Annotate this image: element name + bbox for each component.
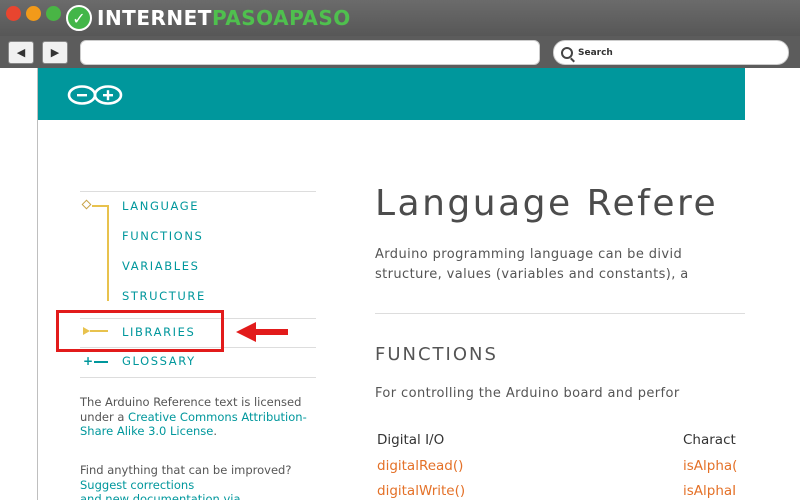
address-bar[interactable] <box>80 40 540 65</box>
sidebar-item-functions[interactable]: FUNCTIONS <box>122 229 203 243</box>
function-link-digitalwrite[interactable]: digitalWrite() <box>377 483 465 499</box>
column-header-digital-io: Digital I/O <box>377 432 445 448</box>
brand-logo-text: INTERNETPASOAPASO <box>97 6 351 30</box>
minimize-window-button[interactable] <box>26 6 41 21</box>
function-link-digitalread[interactable]: digitalRead() <box>377 458 463 474</box>
reference-sidebar: LANGUAGE FUNCTIONS VARIABLES STRUCTURE L… <box>80 191 316 381</box>
sidebar-divider <box>80 191 316 192</box>
sidebar-divider <box>80 377 316 378</box>
column-header-characters: Charact <box>683 432 736 448</box>
improve-text: Find anything that can be improved? <box>80 463 292 477</box>
diamond-bullet-icon <box>81 199 92 210</box>
checkmark-logo-icon: ✓ <box>66 5 92 31</box>
tree-connector <box>94 361 108 363</box>
function-link-isalphanumeric[interactable]: isAlphaI <box>683 483 736 499</box>
browser-titlebar: ✓ INTERNETPASOAPASO <box>0 0 800 36</box>
tree-connector <box>92 205 108 207</box>
page-title: Language Refere <box>375 183 719 224</box>
forward-button[interactable]: ▶ <box>42 41 68 64</box>
browser-search-input[interactable]: Search <box>553 40 789 65</box>
suggest-corrections-link[interactable]: Suggest corrections <box>80 478 194 492</box>
tree-vertical-line <box>107 205 109 301</box>
new-documentation-link[interactable]: and new documentation via <box>80 492 241 500</box>
arduino-infinity-logo-icon[interactable] <box>66 84 124 106</box>
sidebar-item-glossary[interactable]: GLOSSARY <box>122 354 196 368</box>
function-link-isalpha[interactable]: isAlpha( <box>683 458 737 474</box>
section-title-functions: FUNCTIONS <box>375 344 498 365</box>
back-button[interactable]: ◀ <box>8 41 34 64</box>
close-window-button[interactable] <box>6 6 21 21</box>
content-divider <box>375 313 745 314</box>
sidebar-item-language[interactable]: LANGUAGE <box>122 199 199 213</box>
page-left-margin <box>0 68 38 500</box>
license-text-end: . <box>213 424 218 438</box>
intro-text: Arduino programming language can be divi… <box>375 245 775 285</box>
arrow-right-icon: ▶ <box>50 46 60 59</box>
section-description: For controlling the Arduino board and pe… <box>375 386 680 401</box>
plus-bullet-icon: + <box>83 354 94 368</box>
content-clip-edge <box>745 120 800 500</box>
search-placeholder: Search <box>578 47 613 58</box>
sidebar-item-structure[interactable]: STRUCTURE <box>122 289 206 303</box>
maximize-window-button[interactable] <box>46 6 61 21</box>
improve-note: Find anything that can be improved? Sugg… <box>80 463 320 500</box>
intro-line-1: Arduino programming language can be divi… <box>375 247 683 262</box>
sidebar-item-variables[interactable]: VARIABLES <box>122 259 200 273</box>
search-icon <box>561 46 573 59</box>
intro-line-2: structure, values (variables and constan… <box>375 267 689 282</box>
browser-navbar: ◀ ▶ Search <box>0 36 800 68</box>
license-note: The Arduino Reference text is licensed u… <box>80 395 320 439</box>
arrow-left-icon: ◀ <box>16 46 26 59</box>
red-arrow-left-icon <box>236 322 288 342</box>
libraries-highlight-box <box>56 310 224 352</box>
brand-logo: ✓ INTERNETPASOAPASO <box>66 4 351 32</box>
site-header <box>38 68 745 120</box>
